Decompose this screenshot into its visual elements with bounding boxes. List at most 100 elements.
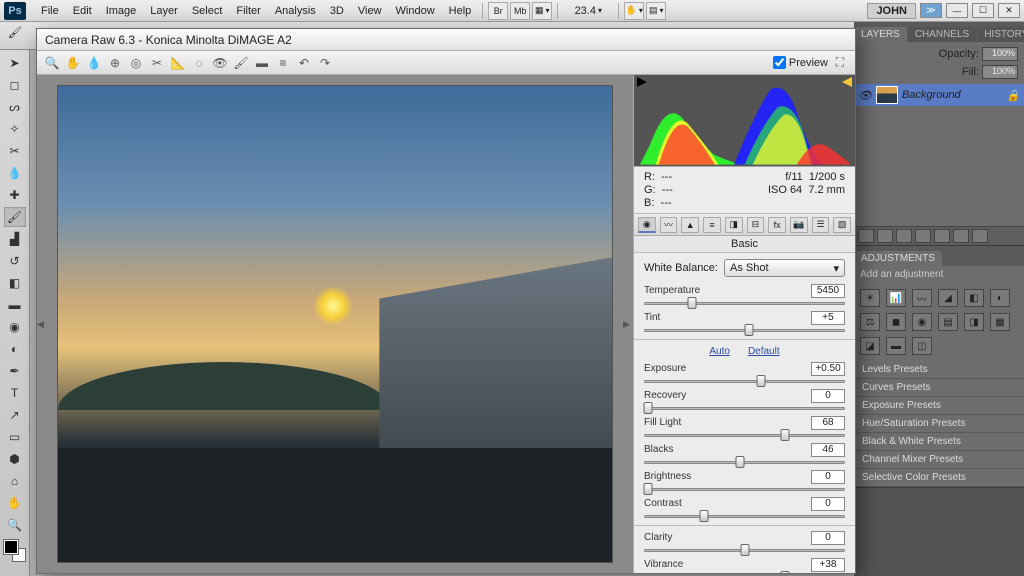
- wb-eyedropper-icon[interactable]: 💧: [85, 54, 103, 72]
- gradientmap-icon[interactable]: ▬: [886, 337, 906, 355]
- slider-thumb[interactable]: [644, 402, 653, 414]
- menu-file[interactable]: File: [34, 0, 66, 22]
- preset-huesat[interactable]: Hue/Saturation Presets: [854, 415, 1024, 433]
- eraser-tool-icon[interactable]: ◧: [4, 273, 26, 293]
- redeye-icon[interactable]: 👁: [211, 54, 229, 72]
- slider-track[interactable]: [644, 298, 845, 308]
- spot-removal-icon[interactable]: ◌: [190, 54, 208, 72]
- hand-icon[interactable]: ✋: [64, 54, 82, 72]
- preset-channelmixer[interactable]: Channel Mixer Presets: [854, 451, 1024, 469]
- curves-icon[interactable]: 〰: [912, 289, 932, 307]
- tab-history[interactable]: HISTORY: [977, 27, 1024, 42]
- fg-color-swatch[interactable]: [4, 540, 18, 554]
- wb-dropdown[interactable]: As Shot▾: [724, 259, 845, 277]
- stamp-tool-icon[interactable]: ▟: [4, 229, 26, 249]
- minibridge-icon[interactable]: Mb: [510, 2, 530, 20]
- slider-track[interactable]: [644, 376, 845, 386]
- slider-value[interactable]: 0: [811, 470, 845, 484]
- slider-value[interactable]: +38: [811, 558, 845, 572]
- dodge-tool-icon[interactable]: ◐: [4, 339, 26, 359]
- hand-option-icon[interactable]: ✋: [624, 2, 644, 20]
- slider-value[interactable]: 5450: [811, 284, 845, 298]
- crop-tool-icon[interactable]: ✂: [4, 141, 26, 161]
- new-layer-icon[interactable]: [953, 229, 969, 243]
- slider-track[interactable]: [644, 457, 845, 467]
- preset-selectivecolor[interactable]: Selective Color Presets: [854, 469, 1024, 487]
- slider-value[interactable]: 0: [811, 389, 845, 403]
- menu-analysis[interactable]: Analysis: [268, 0, 323, 22]
- color-sampler-icon[interactable]: ⊕: [106, 54, 124, 72]
- tab-presets-icon[interactable]: ☰: [812, 217, 830, 233]
- slider-thumb[interactable]: [744, 324, 753, 336]
- slider-track[interactable]: [644, 572, 845, 573]
- gradient-tool-icon[interactable]: ▬: [4, 295, 26, 315]
- slider-thumb[interactable]: [736, 456, 745, 468]
- tab-detail-icon[interactable]: ▲: [681, 217, 699, 233]
- hand-tool-icon[interactable]: ✋: [4, 493, 26, 513]
- menu-filter[interactable]: Filter: [229, 0, 267, 22]
- menu-view[interactable]: View: [351, 0, 389, 22]
- minimize-button[interactable]: —: [946, 3, 968, 18]
- next-image-icon[interactable]: ▶: [623, 319, 630, 330]
- brush-tool-icon[interactable]: 🖌: [4, 207, 26, 227]
- menu-help[interactable]: Help: [442, 0, 479, 22]
- folder-icon[interactable]: [934, 229, 950, 243]
- colorbalance-icon[interactable]: ⚖: [860, 313, 880, 331]
- mask-icon[interactable]: [896, 229, 912, 243]
- slider-value[interactable]: 68: [811, 416, 845, 430]
- rotate-cw-icon[interactable]: ↷: [316, 54, 334, 72]
- move-tool-icon[interactable]: ➤: [4, 53, 26, 73]
- tab-camera-icon[interactable]: 📷: [790, 217, 808, 233]
- tab-channels[interactable]: CHANNELS: [908, 27, 976, 42]
- preset-bw[interactable]: Black & White Presets: [854, 433, 1024, 451]
- menu-layer[interactable]: Layer: [143, 0, 185, 22]
- tab-snapshots-icon[interactable]: ▧: [833, 217, 851, 233]
- pen-tool-icon[interactable]: ✒: [4, 361, 26, 381]
- menu-edit[interactable]: Edit: [66, 0, 99, 22]
- preview-check-input[interactable]: [773, 56, 786, 69]
- color-swatches[interactable]: [4, 540, 26, 562]
- tab-curve-icon[interactable]: 〰: [660, 217, 678, 233]
- history-brush-icon[interactable]: ↺: [4, 251, 26, 271]
- slider-track[interactable]: [644, 545, 845, 555]
- fill-input[interactable]: 100%: [982, 65, 1018, 79]
- prefs-icon[interactable]: ≡: [274, 54, 292, 72]
- slider-value[interactable]: +5: [811, 311, 845, 325]
- auto-link[interactable]: Auto: [709, 346, 730, 357]
- blur-tool-icon[interactable]: ◉: [4, 317, 26, 337]
- collapse-button[interactable]: ≫: [920, 3, 942, 18]
- heal-tool-icon[interactable]: ✚: [4, 185, 26, 205]
- threshold-icon[interactable]: ◪: [860, 337, 880, 355]
- prev-image-icon[interactable]: ◀: [37, 319, 44, 330]
- slider-track[interactable]: [644, 403, 845, 413]
- trash-icon[interactable]: [972, 229, 988, 243]
- adjust-brush-icon[interactable]: 🖌: [232, 54, 250, 72]
- slider-thumb[interactable]: [780, 429, 789, 441]
- link-icon[interactable]: [858, 229, 874, 243]
- brightness-icon[interactable]: ☀: [860, 289, 880, 307]
- slider-track[interactable]: [644, 430, 845, 440]
- preset-curves[interactable]: Curves Presets: [854, 379, 1024, 397]
- photo-preview[interactable]: [57, 85, 613, 563]
- fx-icon[interactable]: [877, 229, 893, 243]
- rotate-ccw-icon[interactable]: ↶: [295, 54, 313, 72]
- slider-value[interactable]: +0.50: [811, 362, 845, 376]
- straighten-icon[interactable]: 📐: [169, 54, 187, 72]
- 3d-tool-icon[interactable]: ⬢: [4, 449, 26, 469]
- menu-select[interactable]: Select: [185, 0, 230, 22]
- preset-levels[interactable]: Levels Presets: [854, 361, 1024, 379]
- tab-hsl-icon[interactable]: ≡: [703, 217, 721, 233]
- preset-exposure[interactable]: Exposure Presets: [854, 397, 1024, 415]
- menu-window[interactable]: Window: [389, 0, 442, 22]
- adjustment-icon[interactable]: [915, 229, 931, 243]
- slider-thumb[interactable]: [756, 375, 765, 387]
- lasso-tool-icon[interactable]: ᔕ: [4, 97, 26, 117]
- close-button[interactable]: ✕: [998, 3, 1020, 18]
- slider-track[interactable]: [644, 511, 845, 521]
- zoom-tool-icon[interactable]: 🔍: [4, 515, 26, 535]
- slider-track[interactable]: [644, 484, 845, 494]
- marquee-tool-icon[interactable]: ◻: [4, 75, 26, 95]
- slider-thumb[interactable]: [688, 297, 697, 309]
- slider-thumb[interactable]: [780, 571, 789, 573]
- slider-value[interactable]: 0: [811, 531, 845, 545]
